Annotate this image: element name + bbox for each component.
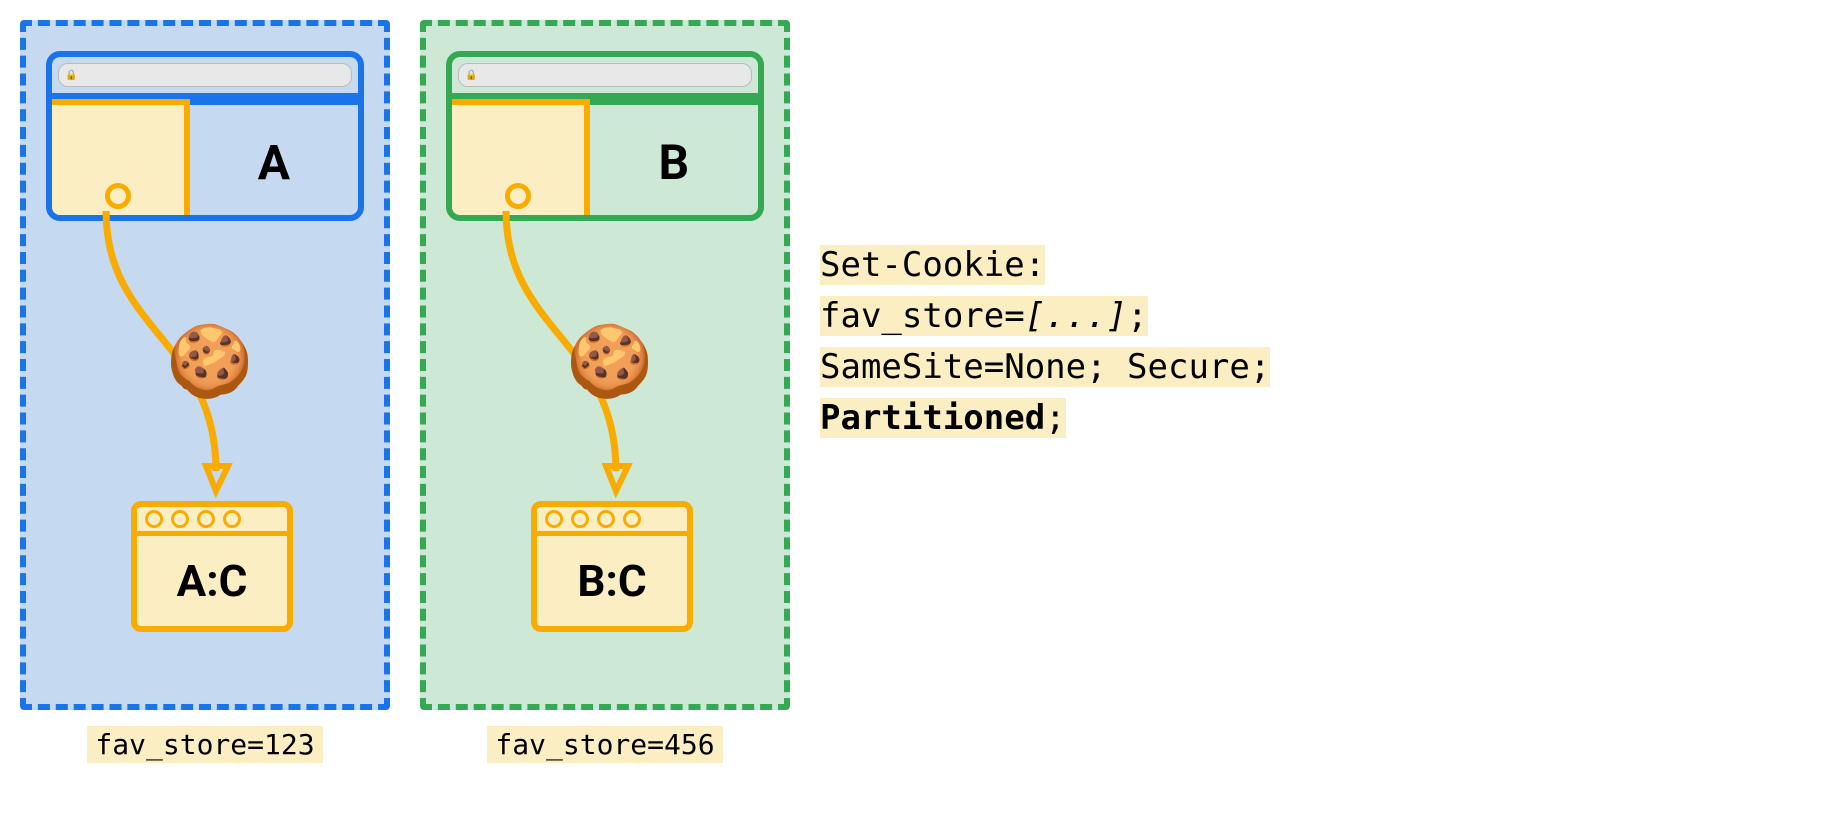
partition-a-caption: fav_store=123 xyxy=(20,728,390,761)
code-line-4a: Partitioned xyxy=(820,398,1045,438)
code-line-2a: fav_store= xyxy=(820,296,1025,336)
iframe-pane xyxy=(452,99,590,219)
lock-icon: 🔒 xyxy=(465,70,477,81)
cookie-flow-b: 🍪 xyxy=(446,221,764,501)
lock-icon: 🔒 xyxy=(65,70,77,81)
address-bar: 🔒 xyxy=(58,63,352,87)
top-site-label: A xyxy=(190,99,358,219)
cookie-icon: 🍪 xyxy=(166,321,253,403)
partition-a-column: 🔒 A 🍪 xyxy=(20,20,390,761)
browser-window-a: 🔒 A xyxy=(46,51,364,221)
partition-b: 🔒 B 🍪 xyxy=(420,20,790,710)
code-line-2c: ; xyxy=(1127,296,1147,336)
cookie-value-a: fav_store=123 xyxy=(87,726,322,763)
browser-window-b: 🔒 B xyxy=(446,51,764,221)
flow-origin-dot-icon xyxy=(105,183,131,209)
jar-label: A:C xyxy=(137,536,287,626)
code-line-4b: ; xyxy=(1045,398,1065,438)
top-site-label: B xyxy=(590,99,758,219)
code-line-1: Set-Cookie: xyxy=(820,245,1045,285)
iframe-pane xyxy=(52,99,190,219)
cookie-value-b: fav_store=456 xyxy=(487,726,722,763)
code-line-2b: [...] xyxy=(1025,296,1127,336)
cookie-icon: 🍪 xyxy=(566,321,653,403)
partition-b-caption: fav_store=456 xyxy=(420,728,790,761)
cookie-flow-a: 🍪 xyxy=(46,221,364,501)
code-line-3: SameSite=None; Secure; xyxy=(820,347,1270,387)
set-cookie-code: Set-Cookie: fav_store=[...]; SameSite=No… xyxy=(820,240,1270,444)
flow-origin-dot-icon xyxy=(505,183,531,209)
partition-a: 🔒 A 🍪 xyxy=(20,20,390,710)
partition-b-column: 🔒 B 🍪 xyxy=(420,20,790,761)
browser-panes: A xyxy=(52,99,358,219)
jar-label: B:C xyxy=(537,536,687,626)
browser-panes: B xyxy=(452,99,758,219)
address-bar: 🔒 xyxy=(458,63,752,87)
diagram-root: 🔒 A 🍪 xyxy=(20,20,1806,761)
